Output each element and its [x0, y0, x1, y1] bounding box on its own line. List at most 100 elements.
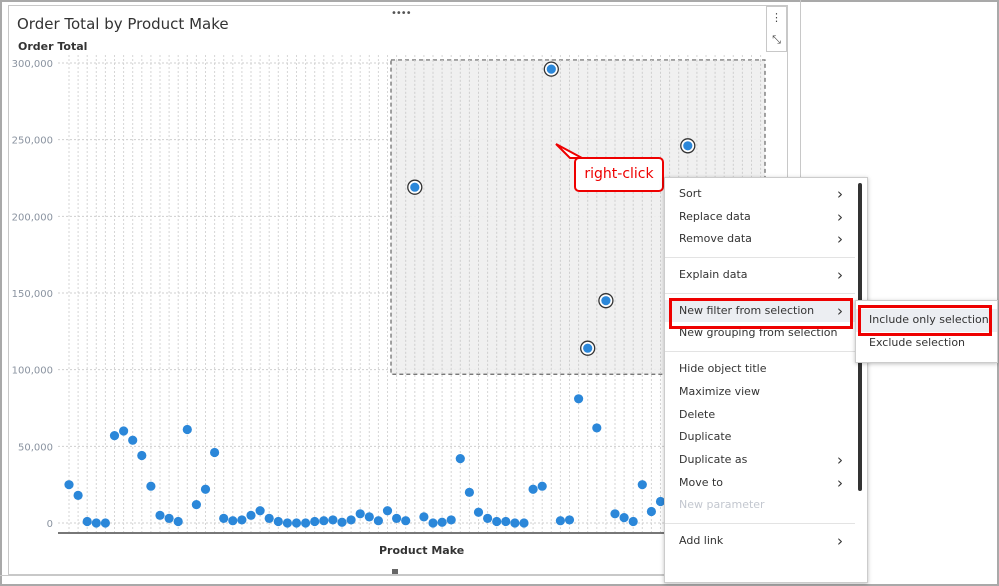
data-point[interactable]: [683, 141, 693, 151]
data-point[interactable]: [82, 516, 92, 527]
y-tick-label: 100,000: [12, 366, 53, 377]
data-point[interactable]: [164, 513, 174, 524]
data-point[interactable]: [619, 513, 629, 523]
data-point[interactable]: [200, 484, 211, 494]
data-point[interactable]: [555, 516, 566, 526]
chevron-right-icon: ›: [837, 266, 843, 285]
menu-separator: [665, 522, 855, 524]
y-tick-label: 0: [47, 519, 53, 530]
data-point[interactable]: [282, 518, 292, 528]
x-axis-label: Product Make: [379, 544, 465, 557]
data-point[interactable]: [246, 510, 256, 520]
menu-item-duplicate[interactable]: Duplicate: [665, 426, 867, 449]
data-point[interactable]: [364, 512, 374, 522]
data-point[interactable]: [583, 343, 593, 353]
data-point[interactable]: [419, 512, 429, 522]
menu-item-label: New parameter: [679, 498, 765, 512]
data-point[interactable]: [173, 516, 183, 527]
data-point[interactable]: [546, 64, 556, 74]
data-point[interactable]: [109, 431, 120, 441]
data-point[interactable]: [392, 513, 402, 524]
data-point[interactable]: [373, 516, 383, 526]
data-point[interactable]: [592, 423, 602, 433]
data-point[interactable]: [346, 515, 356, 525]
data-point[interactable]: [355, 509, 365, 519]
menu-item-sort[interactable]: Sort ›: [665, 183, 867, 206]
data-point[interactable]: [483, 513, 493, 524]
menu-item-explain-data[interactable]: Explain data ›: [665, 264, 867, 287]
context-menu: Sort › Replace data › Remove data › Explain da…: [664, 177, 868, 583]
data-point[interactable]: [100, 518, 110, 528]
data-point[interactable]: [228, 516, 238, 526]
data-point[interactable]: [428, 518, 438, 528]
data-point[interactable]: [237, 515, 247, 525]
menu-item-add-link[interactable]: Add link ›: [665, 530, 867, 553]
data-point[interactable]: [637, 480, 647, 490]
data-point[interactable]: [155, 510, 165, 520]
menu-item-remove-data[interactable]: Remove data ›: [665, 228, 867, 251]
data-point[interactable]: [455, 454, 465, 464]
menu-item-label: Move to: [679, 475, 724, 489]
data-point[interactable]: [537, 481, 547, 491]
menu-item-duplicate-as[interactable]: Duplicate as ›: [665, 449, 867, 472]
chevron-right-icon: ›: [837, 531, 843, 550]
data-point[interactable]: [528, 484, 538, 494]
data-point[interactable]: [146, 481, 156, 491]
data-point[interactable]: [437, 517, 447, 527]
data-point[interactable]: [273, 516, 283, 527]
data-point[interactable]: [510, 518, 520, 528]
data-point[interactable]: [446, 515, 456, 525]
data-point[interactable]: [264, 513, 274, 524]
data-point[interactable]: [137, 450, 147, 461]
menu-item-move-to[interactable]: Move to ›: [665, 472, 867, 495]
data-point[interactable]: [464, 487, 474, 497]
highlight-box: [858, 305, 992, 336]
y-tick-label: 50,000: [18, 442, 53, 453]
data-point[interactable]: [64, 480, 74, 490]
menu-item-label: Delete: [679, 407, 716, 421]
data-point[interactable]: [410, 182, 420, 192]
chevron-right-icon: ›: [837, 230, 843, 249]
data-point[interactable]: [519, 518, 529, 528]
menu-separator: [665, 292, 855, 294]
chevron-right-icon: ›: [837, 450, 843, 469]
menu-item-label: Explain data: [679, 268, 748, 282]
menu-item-label: Remove data: [679, 232, 752, 246]
data-point[interactable]: [291, 518, 302, 528]
menu-item-hide-object-title[interactable]: Hide object title: [665, 358, 867, 381]
data-point[interactable]: [191, 500, 201, 510]
data-point[interactable]: [337, 517, 347, 527]
data-point[interactable]: [182, 424, 192, 435]
data-point[interactable]: [128, 435, 138, 445]
data-point[interactable]: [301, 518, 311, 528]
data-point[interactable]: [628, 516, 638, 527]
data-point[interactable]: [492, 516, 502, 527]
data-point[interactable]: [382, 506, 393, 516]
data-point[interactable]: [501, 516, 511, 527]
data-point[interactable]: [564, 515, 575, 525]
data-point[interactable]: [473, 507, 484, 517]
data-point[interactable]: [210, 447, 220, 458]
data-point[interactable]: [91, 518, 101, 528]
data-point[interactable]: [319, 516, 329, 526]
data-point[interactable]: [73, 490, 83, 500]
menu-separator: [665, 257, 855, 259]
data-point[interactable]: [401, 516, 411, 526]
menu-item-delete[interactable]: Delete: [665, 404, 867, 427]
data-point[interactable]: [328, 515, 338, 525]
y-tick-label: 200,000: [12, 212, 53, 223]
resize-handle[interactable]: [392, 569, 398, 574]
y-tick-label: 300,000: [12, 59, 53, 70]
data-point[interactable]: [646, 506, 657, 517]
menu-item-maximize-view[interactable]: Maximize view: [665, 381, 867, 404]
data-point[interactable]: [310, 516, 320, 527]
data-point[interactable]: [574, 394, 584, 404]
data-point[interactable]: [610, 509, 620, 519]
data-point[interactable]: [119, 426, 129, 436]
data-point[interactable]: [255, 506, 265, 516]
data-point[interactable]: [601, 296, 611, 306]
chevron-right-icon: ›: [837, 185, 843, 203]
menu-item-label: Duplicate as: [679, 452, 748, 466]
menu-item-replace-data[interactable]: Replace data ›: [665, 206, 867, 229]
data-point[interactable]: [219, 513, 229, 524]
